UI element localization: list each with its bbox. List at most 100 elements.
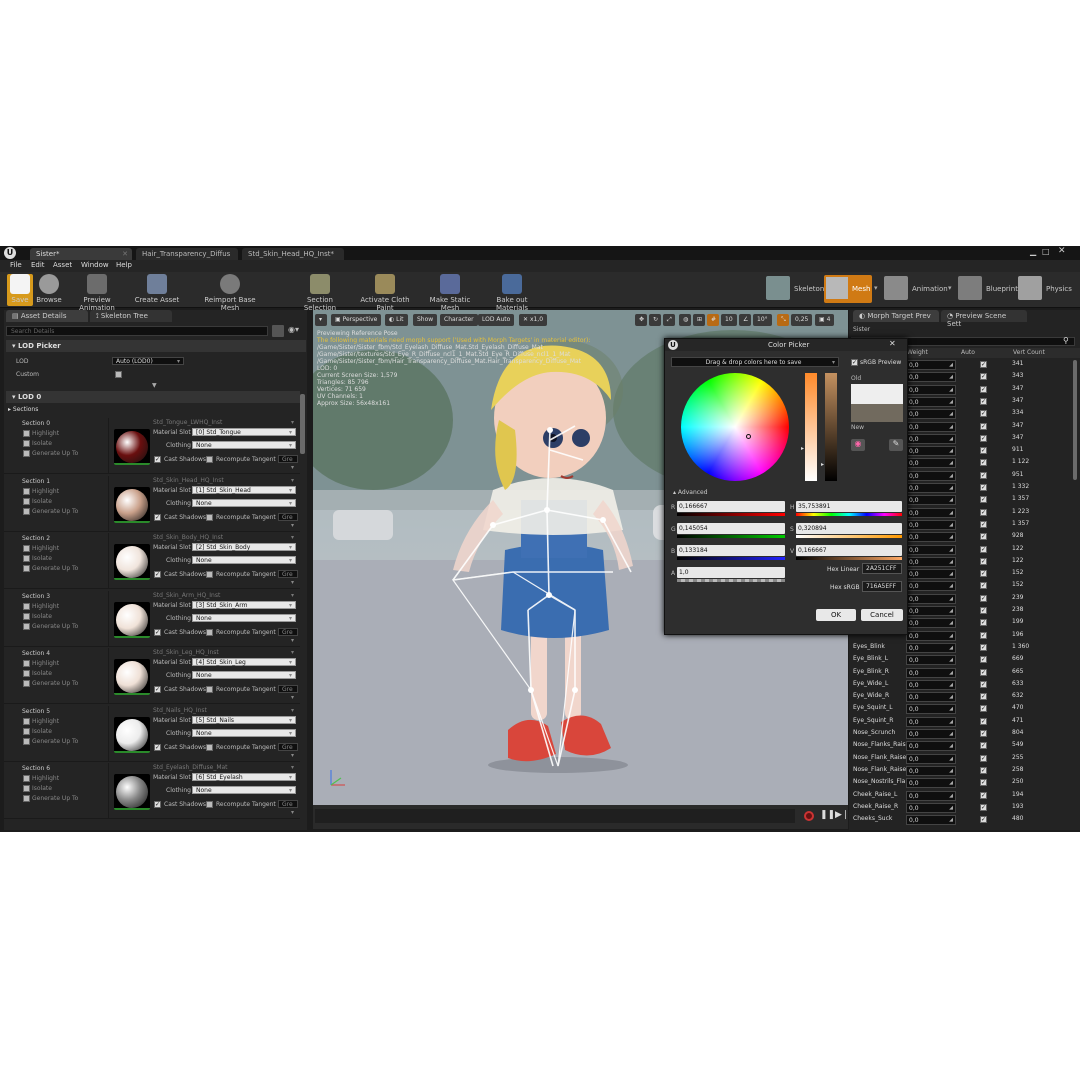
auto-checkbox[interactable]	[980, 779, 987, 787]
weight-spinbox[interactable]: 0,0	[906, 593, 956, 604]
auto-checkbox[interactable]	[980, 361, 987, 368]
skin-cache-select[interactable]: Gre	[278, 742, 298, 751]
recompute-tangent-checkbox[interactable]	[206, 628, 213, 636]
auto-checkbox[interactable]	[980, 422, 987, 430]
clothing-select[interactable]: None	[192, 786, 296, 794]
morph-target-row[interactable]: Nose_Nostrils_Fla 0,0 250	[849, 777, 1071, 789]
auto-checkbox[interactable]	[980, 434, 987, 442]
highlight-checkbox[interactable]	[23, 602, 30, 610]
skin-cache-select[interactable]: Gre	[278, 800, 298, 808]
isolate-checkbox[interactable]	[23, 785, 30, 792]
material-thumbnail[interactable]	[114, 601, 150, 638]
material-thumbnail[interactable]	[114, 659, 150, 695]
show-button[interactable]: Show	[413, 314, 438, 326]
tab-std-skin-head[interactable]: Std_Skin_Head_HQ_Inst*	[242, 248, 344, 260]
scale-tool-icon[interactable]: ⤢	[663, 314, 675, 326]
material-slot-select[interactable]: [3] Std_Skin_Arm	[192, 600, 296, 609]
auto-checkbox[interactable]	[980, 557, 987, 565]
dropdown-icon[interactable]: ▾	[291, 477, 294, 484]
weight-spinbox[interactable]: 0,0	[906, 618, 956, 629]
auto-checkbox[interactable]	[980, 471, 987, 479]
auto-column-header[interactable]: Auto	[961, 349, 975, 356]
weight-spinbox[interactable]: 0,0	[906, 581, 956, 592]
material-asset-name[interactable]: Std_Eyelash_Diffuse_Mat	[153, 764, 228, 771]
menu-file[interactable]: File	[10, 261, 22, 269]
morph-target-row[interactable]: Eye_Squint_R 0,0 471	[849, 716, 1071, 728]
scale-snap-value[interactable]: 0,25	[791, 314, 813, 326]
custom-checkbox[interactable]	[115, 371, 122, 378]
auto-checkbox[interactable]	[980, 607, 987, 614]
clothing-select[interactable]: None	[192, 556, 296, 564]
tab-preview-scene-settings[interactable]: ◔ Preview Scene Sett	[941, 310, 1027, 328]
reimport-base-mesh-button[interactable]: Reimport Base Mesh	[196, 274, 264, 312]
morph-list-scrollbar[interactable]	[1073, 360, 1077, 480]
auto-checkbox[interactable]	[980, 385, 987, 393]
menu-asset[interactable]: Asset	[53, 261, 72, 269]
auto-checkbox[interactable]	[980, 619, 987, 627]
clothing-select[interactable]: None	[192, 441, 296, 449]
mode-blueprint[interactable]: Blueprint	[958, 276, 1018, 302]
auto-checkbox[interactable]	[980, 705, 987, 713]
value-handle[interactable]: ▸	[821, 461, 824, 468]
color-wheel[interactable]	[681, 373, 789, 481]
weight-spinbox[interactable]: 0,0	[906, 446, 956, 457]
view-options-eye-icon[interactable]: ◉▾	[288, 325, 299, 334]
morph-target-row[interactable]: Nose_Flank_Raise 0,0 258	[849, 765, 1071, 777]
close-icon[interactable]: ✕	[122, 250, 128, 258]
morph-target-row[interactable]: Eye_Wide_R 0,0 632	[849, 691, 1071, 703]
lod-picker-header[interactable]: ▾ LOD Picker	[6, 340, 306, 352]
generate-up-to-checkbox[interactable]	[23, 450, 30, 457]
material-slot-select[interactable]: [6] Std_Eyelash	[192, 773, 296, 781]
material-thumbnail[interactable]	[114, 774, 150, 810]
viewport-options-button[interactable]: ▾	[315, 314, 327, 326]
weight-column-header[interactable]: Weight	[907, 349, 928, 356]
morph-target-row[interactable]: Nose_Scrunch 0,0 804	[849, 728, 1071, 740]
weight-spinbox[interactable]: 0,0	[906, 360, 956, 370]
weight-spinbox[interactable]: 0,0	[906, 519, 956, 530]
timeline-track[interactable]	[315, 809, 795, 823]
auto-checkbox[interactable]	[980, 570, 987, 578]
search-icon[interactable]: ⚲	[1063, 336, 1069, 345]
auto-checkbox[interactable]	[980, 533, 987, 541]
dropdown-icon[interactable]: ▾	[291, 649, 294, 656]
scale-snap-toggle[interactable]: ⤡	[777, 314, 789, 326]
auto-checkbox[interactable]	[980, 447, 987, 455]
color-theme-dropzone[interactable]: Drag & drop colors here to save	[671, 357, 839, 367]
surface-snap-icon[interactable]: ⊞	[693, 314, 705, 326]
skin-cache-select[interactable]: Gre	[278, 570, 298, 578]
dropdown-icon[interactable]: ▾	[291, 592, 294, 599]
material-slot-select[interactable]: [1] Std_Skin_Head	[192, 485, 296, 494]
weight-spinbox[interactable]: 0,0	[906, 384, 956, 395]
weight-spinbox[interactable]: 0,0	[906, 815, 956, 826]
isolate-checkbox[interactable]	[23, 612, 30, 620]
auto-checkbox[interactable]	[980, 656, 987, 664]
clothing-select[interactable]: None	[192, 613, 296, 622]
weight-spinbox[interactable]: 0,0	[906, 630, 956, 641]
auto-checkbox[interactable]	[980, 693, 987, 701]
morph-target-row[interactable]: Nose_Flank_Raise 0,0 255	[849, 753, 1071, 765]
lod0-header[interactable]: ▾ LOD 0	[6, 391, 300, 403]
isolate-checkbox[interactable]	[23, 440, 30, 447]
window-maximize-icon[interactable]: □	[1042, 247, 1050, 256]
morph-target-row[interactable]: Eyes_Blink 0,0 1 360	[849, 642, 1071, 654]
material-asset-name[interactable]: Std_Skin_Arm_HQ_Inst	[153, 592, 220, 599]
recompute-tangent-checkbox[interactable]	[206, 686, 213, 693]
character-button[interactable]: Character	[440, 314, 478, 326]
material-thumbnail[interactable]	[114, 429, 150, 465]
weight-spinbox[interactable]: 0,0	[906, 556, 956, 567]
material-slot-select[interactable]: [5] Std_Nails	[192, 715, 296, 724]
dropdown-icon[interactable]: ▾	[291, 707, 294, 714]
vert-count-column-header[interactable]: Vert Count	[1013, 349, 1045, 356]
preview-animation-button[interactable]: Preview Animation	[66, 274, 128, 312]
auto-checkbox[interactable]	[980, 459, 987, 467]
auto-checkbox[interactable]	[980, 816, 987, 824]
translate-tool-icon[interactable]: ✥	[635, 314, 647, 326]
saturation-field[interactable]: 0,320894	[796, 523, 902, 534]
material-thumbnail[interactable]	[114, 486, 150, 523]
saturation-handle[interactable]: ▸	[801, 445, 804, 452]
browse-button[interactable]: Browse	[36, 274, 62, 306]
tab-sister[interactable]: Sister* ✕	[30, 248, 132, 260]
clothing-select[interactable]: None	[192, 671, 296, 679]
world-space-icon[interactable]: ◍	[679, 314, 691, 326]
bake-out-materials-button[interactable]: Bake out Materials	[482, 274, 542, 312]
